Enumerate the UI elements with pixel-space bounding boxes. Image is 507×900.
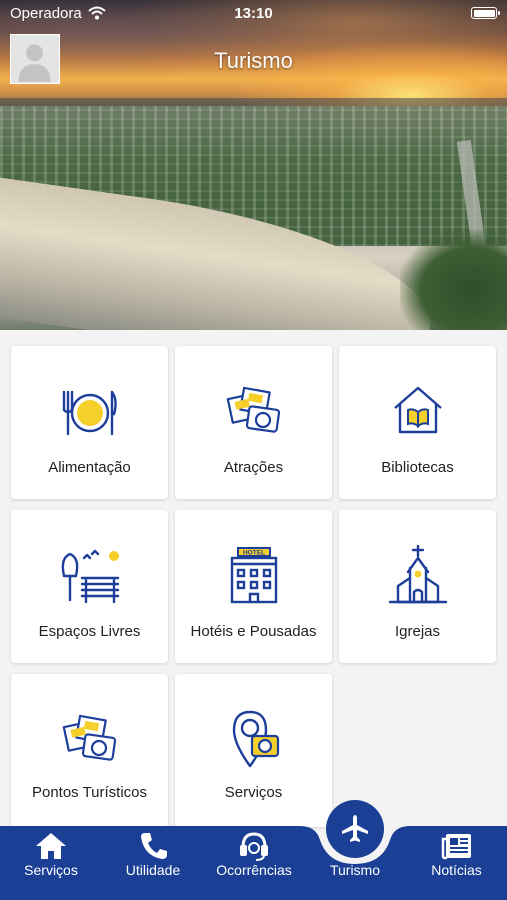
category-grid: Alimentação Atrações Bibliotecas Espaços… — [0, 330, 507, 830]
turismo-active-button[interactable] — [326, 800, 384, 858]
bottom-navigation-bar: Serviços Utilidade Ocorrências Turismo N… — [0, 826, 507, 900]
category-card-atracoes[interactable]: Atrações — [175, 346, 332, 499]
category-label: Espaços Livres — [38, 623, 141, 640]
category-card-bibliotecas[interactable]: Bibliotecas — [339, 346, 496, 499]
nav-label: Notícias — [431, 862, 482, 878]
category-label: Hotéis e Pousadas — [190, 623, 317, 640]
photos-camera-icon — [58, 708, 122, 772]
category-label: Alimentação — [48, 459, 131, 476]
plate-cutlery-icon — [58, 380, 122, 444]
category-label: Igrejas — [394, 623, 441, 640]
nav-item-utilidade[interactable]: Utilidade — [102, 826, 204, 900]
category-card-alimentacao[interactable]: Alimentação — [11, 346, 168, 499]
category-label: Bibliotecas — [381, 459, 454, 476]
category-card-igrejas[interactable]: Igrejas — [339, 510, 496, 663]
park-bench-icon — [58, 544, 122, 608]
nav-item-ocorrencias[interactable]: Ocorrências — [204, 826, 304, 900]
church-icon — [386, 544, 450, 608]
category-card-hoteis-e-pousadas[interactable]: HOTEL Hotéis e Pousadas — [175, 510, 332, 663]
nav-label: Turismo — [329, 862, 381, 878]
battery-icon — [471, 7, 500, 19]
nav-item-servicos[interactable]: Serviços — [0, 826, 102, 900]
category-card-espacos-livres[interactable]: Espaços Livres — [11, 510, 168, 663]
newspaper-icon — [440, 831, 474, 861]
screen: Operadora 13:10 Turismo Alimentação Atra… — [0, 0, 507, 900]
category-card-servicos[interactable]: Serviços — [175, 674, 332, 827]
category-label: Pontos Turísticos — [31, 784, 148, 801]
page-title: Turismo — [214, 48, 293, 73]
status-bar: Operadora 13:10 — [0, 0, 507, 28]
home-icon — [34, 831, 68, 861]
category-label: Atrações — [223, 459, 284, 476]
nav-item-noticias[interactable]: Notícias — [406, 826, 507, 900]
airplane-icon — [342, 815, 368, 842]
hotel-sign-text: HOTEL — [242, 550, 264, 557]
category-label: Serviços — [224, 784, 283, 801]
headset-icon — [237, 831, 271, 861]
category-card-pontos-turisticos[interactable]: Pontos Turísticos — [11, 674, 168, 827]
clock: 13:10 — [234, 5, 273, 22]
hotel-icon: HOTEL — [222, 544, 286, 608]
nav-label: Utilidade — [125, 862, 181, 878]
nav-label: Serviços — [24, 862, 78, 878]
phone-icon — [136, 831, 170, 861]
nav-label: Ocorrências — [216, 862, 292, 878]
photos-camera-icon — [222, 380, 286, 444]
library-book-icon — [386, 380, 450, 444]
location-camera-icon — [222, 708, 286, 772]
